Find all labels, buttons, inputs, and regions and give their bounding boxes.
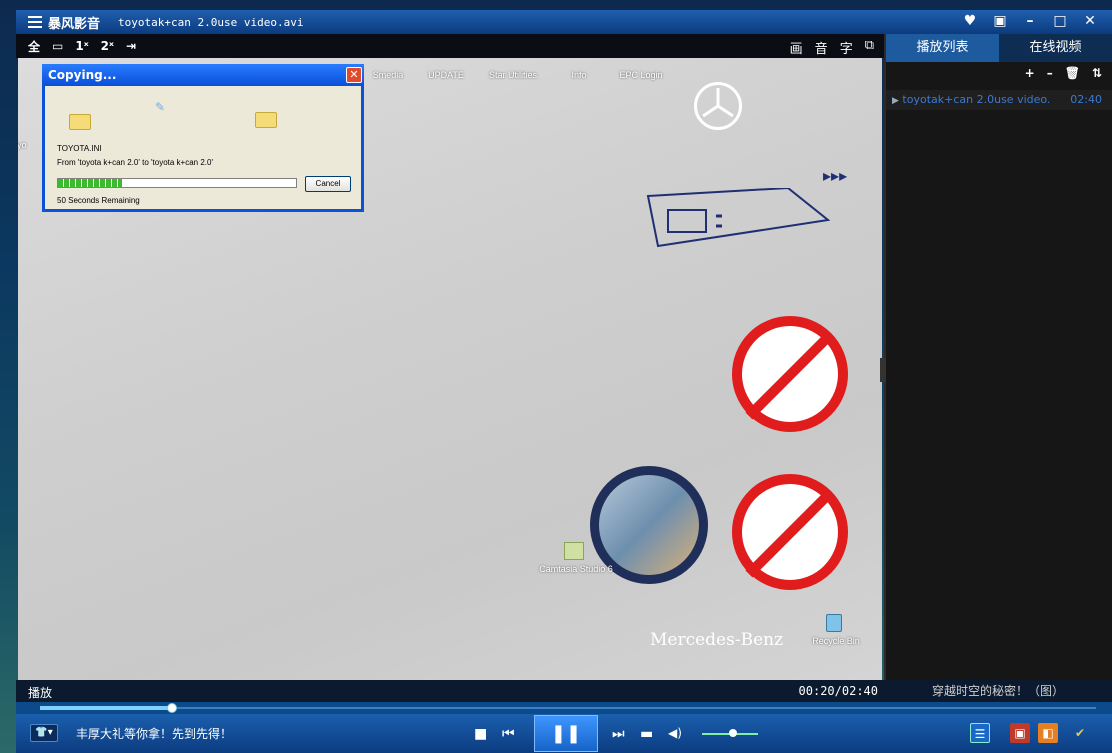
skin-icon[interactable]: ♥	[962, 13, 978, 29]
toolbox-icon[interactable]: ▣	[1010, 723, 1030, 743]
add-button[interactable]: +	[1025, 66, 1035, 80]
previous-icon[interactable]: ⏮	[502, 726, 515, 742]
dialog-remaining: 50 Seconds Remaining	[57, 196, 140, 205]
copy-dialog: Copying... ✕ ✎ TOYOTA.INI From 'toyota k…	[42, 64, 364, 212]
seek-bar[interactable]	[16, 702, 1112, 714]
playlist-item-title: toyotak+can 2.0use video.	[902, 93, 1051, 106]
recycle-bin-icon[interactable]	[826, 614, 842, 632]
playlist-toggle-icon[interactable]: ☰	[970, 723, 990, 743]
desktop-icon-label: Recycle Bin	[812, 636, 860, 646]
cancel-button[interactable]: Cancel	[305, 176, 351, 192]
panel-toggle-button[interactable]: ⧉	[865, 38, 874, 57]
panel-promo-link[interactable]: 穿越时空的秘密！（图）	[884, 680, 1112, 702]
promo-text[interactable]: 丰厚大礼等你拿！先到先得！	[76, 725, 232, 742]
status-bar: 播放 00:20/02:40	[16, 680, 884, 702]
desktop-icon-label: EPC Login	[619, 70, 663, 80]
dialog-title-bar: Copying... ✕	[42, 64, 364, 86]
maximize-button[interactable]: □	[1052, 13, 1068, 29]
no-tools-icon	[732, 474, 848, 590]
app-name: 暴风影音	[48, 16, 101, 32]
dialog-close-button[interactable]: ✕	[346, 67, 362, 83]
open-file-icon[interactable]: ▬	[640, 726, 653, 742]
dialog-title: Copying...	[48, 68, 117, 82]
size-1x-button[interactable]: 1ˣ	[75, 39, 88, 53]
panel-collapse-handle[interactable]	[880, 358, 886, 382]
volume-handle[interactable]	[728, 729, 737, 737]
remove-button[interactable]: –	[1047, 66, 1053, 80]
subtitle-settings-button[interactable]: 字	[840, 38, 853, 57]
audio-settings-button[interactable]: 音	[815, 38, 828, 57]
seek-progress	[40, 706, 172, 710]
control-bar: 👕▾ 丰厚大礼等你拿！先到先得！ ■ ⏮ ❚❚ ⏭ ▬ ◀) ☰ ▣ ◧ ✔	[16, 714, 1112, 753]
flying-paper-icon: ✎	[155, 100, 166, 114]
size-2x-button[interactable]: 2ˣ	[101, 39, 114, 53]
brand-text: Mercedes-Benz	[650, 630, 784, 650]
tab-online-video[interactable]: 在线视频	[999, 34, 1112, 62]
playlist-panel: 播放列表 在线视频 + – 🗑 ⇅ ▶ toyotak+can 2.0use v…	[884, 34, 1112, 680]
title-bar: 暴风影音 toyotak+can 2.0use video.avi ♥ ▣ – …	[16, 10, 1112, 34]
time-display: 00:20/02:40	[798, 684, 878, 698]
source-folder-icon	[69, 114, 91, 130]
pin-button[interactable]: ⇥	[126, 39, 136, 53]
keyboard-graphic	[638, 166, 851, 248]
play-state: 播放	[28, 686, 53, 700]
mini-mode-button[interactable]: ▣	[992, 13, 1008, 29]
app-logo-icon	[28, 16, 42, 28]
tab-playlist[interactable]: 播放列表	[886, 34, 999, 62]
destination-folder-icon	[255, 112, 277, 128]
mercedes-logo-icon	[694, 82, 742, 130]
video-toolbar: 全 ▭ 1ˣ 2ˣ ⇥ 画 音 字 ⧉	[16, 34, 884, 58]
no-screwdriver-icon	[732, 316, 848, 432]
picture-settings-button[interactable]: 画	[790, 38, 803, 57]
desktop-icon-label: Camtasia Studio 6	[539, 564, 613, 574]
dialog-from-to: From 'toyota k+can 2.0' to 'toyota k+can…	[57, 158, 213, 167]
media-library-icon[interactable]: ◧	[1038, 723, 1058, 743]
playlist-item-duration: 02:40	[1070, 93, 1102, 106]
arrows-icon: ▸▸▸	[823, 166, 848, 185]
playing-arrow-icon: ▶	[892, 96, 899, 106]
checkmark-icon[interactable]: ✔	[1070, 723, 1090, 743]
playlist-item[interactable]: ▶ toyotak+can 2.0use video. 02:40	[886, 90, 1112, 110]
dialog-file-name: TOYOTA.INI	[57, 144, 102, 153]
volume-icon[interactable]: ◀)	[668, 726, 682, 740]
minimize-button[interactable]: –	[1022, 13, 1038, 29]
trash-icon[interactable]: 🗑	[1065, 66, 1080, 80]
fullscreen-button[interactable]: 全	[28, 38, 40, 55]
sort-button[interactable]: ⇅	[1092, 66, 1102, 80]
seek-handle[interactable]	[167, 703, 177, 713]
next-icon[interactable]: ⏭	[612, 726, 625, 742]
stop-icon[interactable]: ■	[474, 726, 487, 742]
window-title: toyotak+can 2.0use video.avi	[118, 15, 304, 29]
camtasia-icon[interactable]	[564, 542, 584, 560]
pause-button[interactable]: ❚❚	[534, 715, 598, 752]
seek-track[interactable]	[40, 707, 1096, 709]
close-button[interactable]: ✕	[1082, 13, 1098, 29]
skin-button[interactable]: 👕▾	[30, 724, 58, 742]
window-size-button[interactable]: ▭	[52, 39, 63, 53]
copy-progress-bar	[57, 178, 297, 188]
